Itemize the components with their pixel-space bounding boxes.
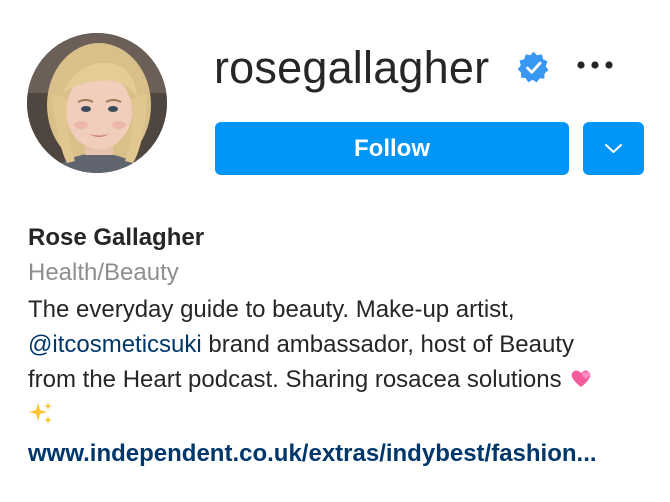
bio-line (28, 397, 658, 432)
category-label: Health/Beauty (28, 259, 179, 286)
more-options-icon[interactable] (575, 55, 615, 75)
mention-link[interactable]: @itcosmeticsuki (28, 331, 202, 358)
username: rosegallagher (214, 42, 490, 93)
avatar[interactable] (27, 33, 167, 173)
verified-badge-icon (516, 50, 551, 85)
sparkles-emoji-icon (28, 400, 54, 426)
profile-header: rosegallagher Follow Rose Gallagher Heal… (0, 0, 670, 502)
website-link[interactable]: www.independent.co.uk/extras/indybest/fa… (28, 438, 597, 470)
chevron-down-icon (605, 144, 622, 153)
bio: The everyday guide to beauty. Make-up ar… (28, 292, 658, 432)
bio-text: brand ambassador, host of Beauty (201, 331, 574, 358)
follow-button[interactable]: Follow (215, 122, 569, 175)
avatar-image (27, 33, 167, 173)
bio-line: @itcosmeticsuki brand ambassador, host o… (28, 327, 658, 362)
suggested-accounts-dropdown-button[interactable] (583, 122, 644, 175)
bio-line: from the Heart podcast. Sharing rosacea … (28, 362, 658, 397)
full-name: Rose Gallagher (28, 224, 205, 251)
bio-line: The everyday guide to beauty. Make-up ar… (28, 296, 515, 323)
bio-text: from the Heart podcast. Sharing rosacea … (28, 366, 562, 393)
two-hearts-emoji-icon (568, 365, 594, 391)
